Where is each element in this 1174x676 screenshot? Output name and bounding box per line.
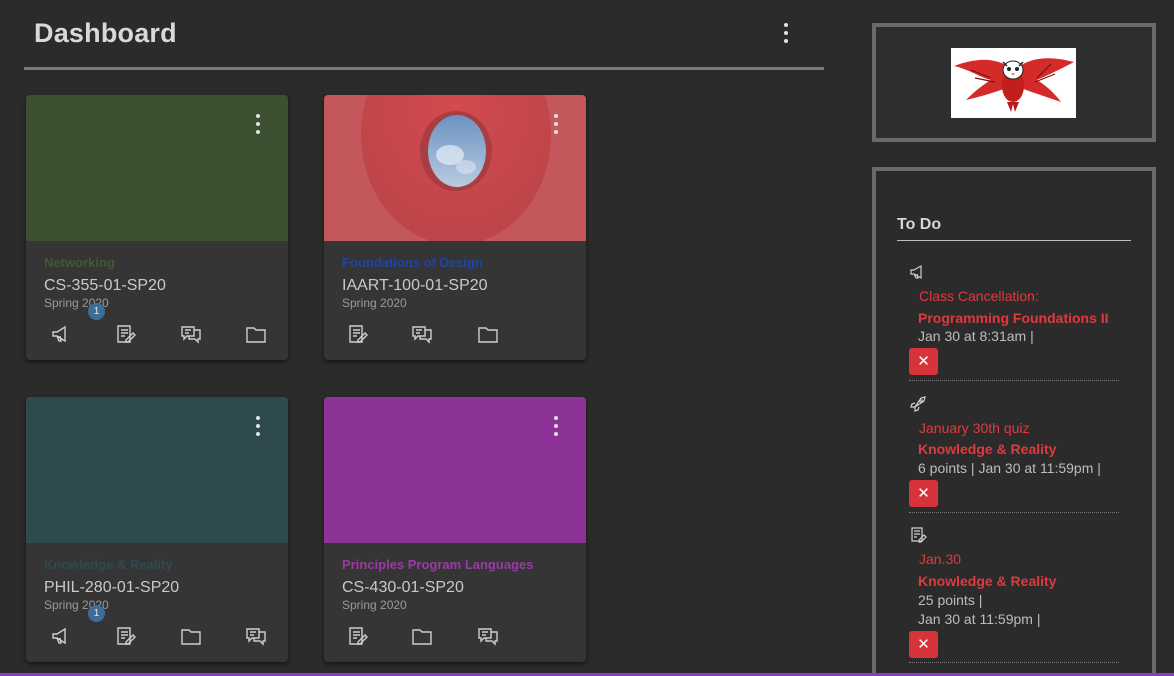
- assignments-icon[interactable]: [346, 323, 370, 347]
- todo-item-course: Knowledge & Reality: [918, 441, 1057, 457]
- todo-separator: [909, 380, 1119, 381]
- card-actions: 1: [26, 605, 288, 651]
- discussions-icon[interactable]: [411, 323, 435, 347]
- todo-item-title[interactable]: January 30th quiz: [919, 420, 1030, 436]
- card-course-code: IAART-100-01-SP20: [342, 277, 488, 294]
- discussions-icon[interactable]: [477, 625, 501, 649]
- institution-logo-panel: [872, 23, 1156, 142]
- card-course-code: CS-430-01-SP20: [342, 579, 464, 596]
- card-course-name[interactable]: Knowledge & Reality: [44, 557, 173, 572]
- todo-item-meta: 25 points |: [918, 592, 983, 608]
- discussions-icon[interactable]: [180, 323, 204, 347]
- todo-item-meta: Jan 30 at 11:59pm |: [918, 611, 1041, 627]
- files-icon[interactable]: [477, 323, 501, 347]
- discussions-icon[interactable]: [245, 625, 269, 649]
- assignment-icon: [909, 526, 927, 544]
- files-icon[interactable]: [245, 323, 269, 347]
- todo-item-meta: Jan 30 at 8:31am |: [918, 328, 1034, 344]
- assignments-icon[interactable]: [114, 323, 138, 347]
- todo-separator: [909, 662, 1119, 663]
- todo-divider: [897, 240, 1131, 241]
- card-options-kebab-icon[interactable]: [248, 413, 268, 439]
- card-course-code: CS-355-01-SP20: [44, 277, 166, 294]
- card-course-code: PHIL-280-01-SP20: [44, 579, 180, 596]
- card-actions: [324, 323, 586, 349]
- course-card-knowledge-reality[interactable]: Knowledge & Reality PHIL-280-01-SP20 Spr…: [26, 397, 288, 662]
- course-card-foundations-of-design[interactable]: Foundations of Design IAART-100-01-SP20 …: [324, 95, 586, 360]
- assignments-icon[interactable]: [114, 625, 138, 649]
- todo-title: To Do: [897, 216, 942, 233]
- dashboard-options-kebab-icon[interactable]: [776, 20, 796, 46]
- todo-panel: To Do Class Cancellation: Programming Fo…: [872, 167, 1156, 676]
- files-icon[interactable]: [411, 625, 435, 649]
- announcements-icon[interactable]: 1: [50, 303, 105, 347]
- card-options-kebab-icon[interactable]: [546, 111, 566, 137]
- dismiss-close-icon[interactable]: ✕: [909, 480, 938, 507]
- card-course-name[interactable]: Principles Program Languages: [342, 557, 533, 572]
- quiz-rocket-icon: [909, 395, 927, 413]
- todo-item-title[interactable]: Jan.30: [919, 551, 961, 567]
- todo-item-meta: 6 points | Jan 30 at 11:59pm |: [918, 460, 1101, 476]
- unread-badge: 1: [88, 303, 105, 320]
- card-actions: 1: [26, 303, 288, 349]
- files-icon[interactable]: [180, 625, 204, 649]
- dashboard-main: Dashboard Networking CS-355-01-SP20 Spri…: [24, 0, 824, 676]
- card-term: Spring 2020: [342, 598, 407, 612]
- card-options-kebab-icon[interactable]: [248, 111, 268, 137]
- assignments-icon[interactable]: [346, 625, 370, 649]
- card-options-kebab-icon[interactable]: [546, 413, 566, 439]
- card-course-name[interactable]: Foundations of Design: [342, 255, 483, 270]
- course-card-principles-program-languages[interactable]: Principles Program Languages CS-430-01-S…: [324, 397, 586, 662]
- card-term: Spring 2020: [342, 296, 407, 310]
- todo-separator: [909, 512, 1119, 513]
- card-course-name[interactable]: Networking: [44, 255, 115, 270]
- todo-item-course: Knowledge & Reality: [918, 573, 1057, 589]
- dismiss-close-icon[interactable]: ✕: [909, 348, 938, 375]
- dashboard-header: Dashboard: [24, 0, 824, 70]
- course-card-networking[interactable]: Networking CS-355-01-SP20 Spring 2020 1: [26, 95, 288, 360]
- todo-item-course: Programming Foundations II: [918, 310, 1109, 326]
- announcement-icon: [909, 263, 927, 281]
- dismiss-close-icon[interactable]: ✕: [909, 631, 938, 658]
- card-actions: [324, 625, 586, 651]
- todo-item-title[interactable]: Class Cancellation:: [919, 288, 1039, 304]
- red-owl-logo: [951, 48, 1076, 118]
- announcements-icon[interactable]: 1: [50, 605, 105, 649]
- page-title: Dashboard: [34, 18, 177, 48]
- unread-badge: 1: [88, 605, 105, 622]
